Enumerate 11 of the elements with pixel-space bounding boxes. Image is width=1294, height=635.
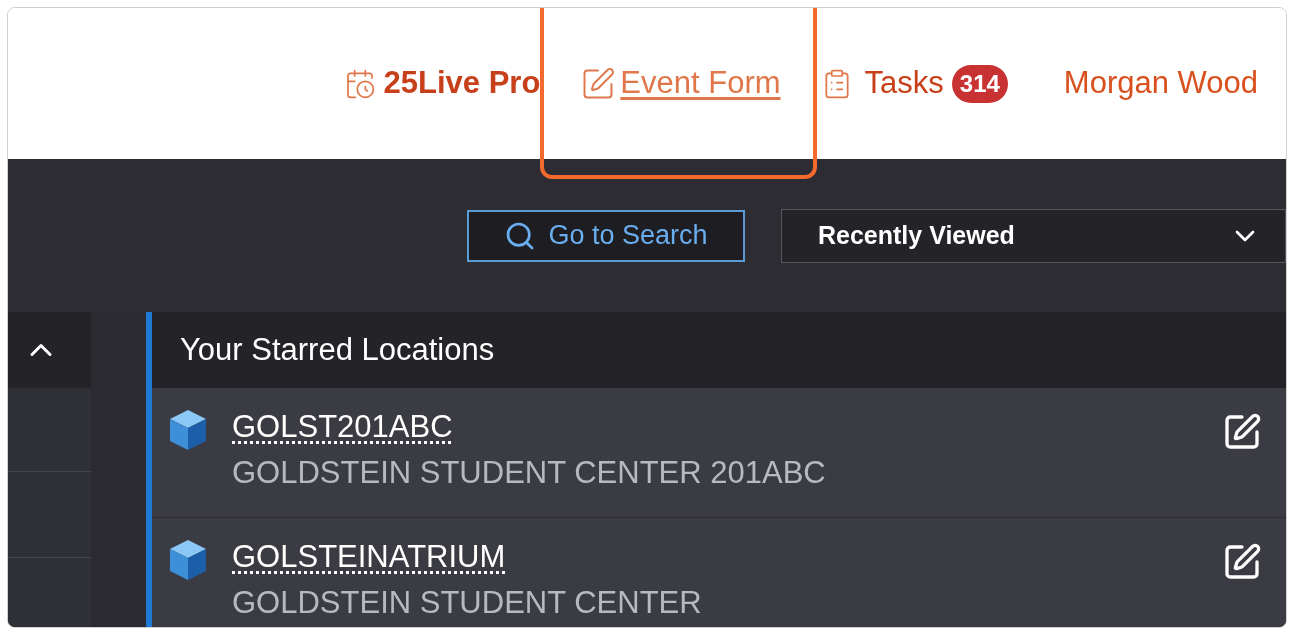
app-link[interactable]: 25Live Pro — [343, 60, 541, 107]
recently-viewed-dropdown[interactable]: Recently Viewed — [781, 208, 1286, 263]
tasks-link[interactable]: Tasks — [820, 60, 944, 107]
go-to-search-button[interactable]: Go to Search — [467, 209, 745, 262]
task-count-badge: 314 — [951, 64, 1008, 103]
user-name-link[interactable]: Morgan Wood — [1063, 60, 1258, 107]
location-code-link[interactable]: GOLST201ABC — [232, 408, 453, 446]
location-name: GOLDSTEIN STUDENT CENTER 201ABC — [232, 454, 827, 492]
location-code-link[interactable]: GOLSTEINATRIUM — [232, 538, 506, 576]
location-name: GOLDSTEIN STUDENT CENTER — [232, 584, 703, 622]
panel-title: Your Starred Locations — [180, 330, 495, 369]
